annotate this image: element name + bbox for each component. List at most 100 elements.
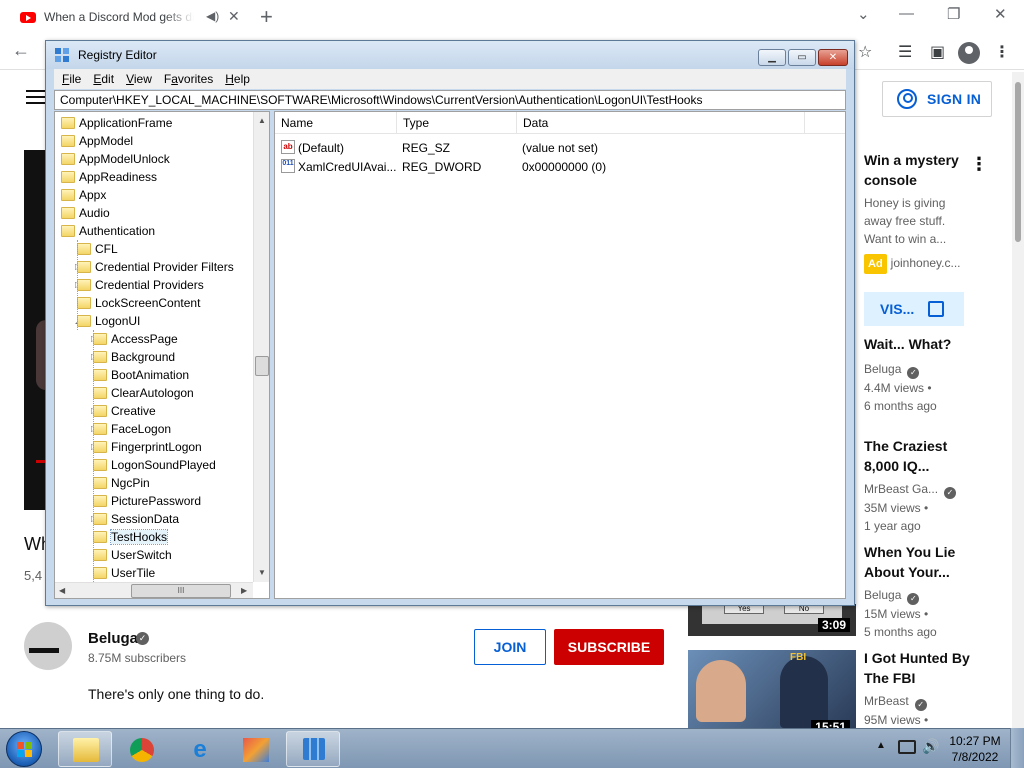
- address-bar[interactable]: Computer\HKEY_LOCAL_MACHINE\SOFTWARE\Mic…: [54, 90, 846, 110]
- tab-close-icon[interactable]: ✕: [228, 8, 240, 25]
- tree-node[interactable]: ◢LogonUI: [55, 312, 253, 330]
- tree-node-label: UserSwitch: [111, 548, 172, 562]
- tree-node[interactable]: UserTile: [55, 564, 253, 582]
- close-icon[interactable]: ✕: [818, 49, 848, 66]
- tree-node[interactable]: ApplicationFrame: [55, 114, 253, 132]
- values-pane[interactable]: Name Type Data ab (Default) REG_SZ (valu…: [274, 111, 846, 599]
- taskbar-chrome-button[interactable]: [114, 731, 168, 767]
- bookmark-star-icon[interactable]: ☆: [858, 42, 872, 62]
- join-button[interactable]: JOIN: [474, 629, 546, 665]
- tree-horizontal-scrollbar[interactable]: ◀ III ▶: [55, 582, 253, 598]
- maximize-icon[interactable]: ▭: [788, 49, 816, 66]
- taskbar-explorer-button[interactable]: [58, 731, 112, 767]
- minimize-window-icon[interactable]: —: [899, 5, 914, 22]
- show-desktop-button[interactable]: [1010, 728, 1024, 768]
- tree-node[interactable]: UserSwitch: [55, 546, 253, 564]
- tree-node[interactable]: ▷FingerprintLogon: [55, 438, 253, 456]
- tree-node[interactable]: LogonSoundPlayed: [55, 456, 253, 474]
- subscribe-button[interactable]: SUBSCRIBE: [554, 629, 664, 665]
- channel-avatar[interactable]: [24, 622, 72, 670]
- page-scrollbar-thumb[interactable]: [1015, 82, 1021, 242]
- media-queue-icon[interactable]: ☰: [898, 42, 912, 62]
- tree-node[interactable]: AppModel: [55, 132, 253, 150]
- taskbar-regedit-button[interactable]: [286, 731, 340, 767]
- hamburger-menu-icon[interactable]: [26, 90, 46, 104]
- system-clock[interactable]: 10:27 PM 7/8/2022: [948, 733, 1002, 765]
- key-tree: ApplicationFrame AppModel AppModelUnlock Ap…: [55, 112, 253, 582]
- restore-window-icon[interactable]: ❐: [947, 5, 960, 23]
- tree-node[interactable]: AppReadiness: [55, 168, 253, 186]
- video-thumbnail[interactable]: Yes No 3:09: [688, 604, 856, 636]
- tree-node[interactable]: Audio: [55, 204, 253, 222]
- tree-node[interactable]: LockScreenContent: [55, 294, 253, 312]
- scroll-right-icon[interactable]: ▶: [241, 586, 247, 595]
- tree-node[interactable]: TestHooks: [55, 528, 253, 546]
- tree-node[interactable]: Appx: [55, 186, 253, 204]
- tree-node[interactable]: ▷FaceLogon: [55, 420, 253, 438]
- scroll-down-icon[interactable]: ▼: [258, 568, 266, 577]
- list-item[interactable]: Wait... What? Beluga ✓ 4.4M views • 6 mon…: [864, 334, 1004, 415]
- column-header-name[interactable]: Name: [275, 112, 397, 134]
- tree-node[interactable]: PicturePassword: [55, 492, 253, 510]
- list-item[interactable]: The Craziest 8,000 IQ... MrBeast Ga... ✓ …: [864, 436, 1004, 535]
- tree-node[interactable]: NgcPin: [55, 474, 253, 492]
- taskbar-ie-button[interactable]: e: [172, 731, 226, 767]
- tree-node[interactable]: BootAnimation: [55, 366, 253, 384]
- scroll-left-icon[interactable]: ◀: [59, 586, 65, 595]
- start-button[interactable]: [6, 731, 42, 767]
- taskbar-media-button[interactable]: [228, 731, 282, 767]
- column-header-type[interactable]: Type: [397, 112, 517, 134]
- rec-views: 35M views •: [864, 501, 929, 515]
- menu-view[interactable]: View: [126, 72, 152, 86]
- close-window-icon[interactable]: ✕: [994, 5, 1007, 23]
- key-tree-pane[interactable]: ApplicationFrame AppModel AppModelUnlock Ap…: [54, 111, 270, 599]
- tree-node-label: AppReadiness: [79, 170, 158, 184]
- sign-in-button[interactable]: SIGN IN: [882, 81, 992, 117]
- menu-favorites[interactable]: Favorites: [164, 72, 213, 86]
- visit-site-button[interactable]: VIS...: [864, 292, 964, 326]
- tree-node[interactable]: ▷SessionData: [55, 510, 253, 528]
- profile-avatar-icon[interactable]: [958, 42, 980, 64]
- page-scrollbar[interactable]: [1012, 72, 1024, 728]
- new-tab-button[interactable]: +: [260, 4, 273, 30]
- tree-node[interactable]: ▷Credential Providers: [55, 276, 253, 294]
- tree-hscroll-thumb[interactable]: III: [131, 584, 231, 598]
- window-titlebar[interactable]: Registry Editor ▁ ▭ ✕: [46, 41, 854, 69]
- menu-help[interactable]: Help: [225, 72, 250, 86]
- ad-more-icon[interactable]: ⋮: [970, 154, 988, 175]
- list-item[interactable]: When You Lie About Your... Beluga ✓ 15M v…: [864, 542, 1004, 641]
- network-icon[interactable]: [898, 740, 916, 754]
- tree-vertical-scrollbar[interactable]: ▲ ▼: [253, 112, 269, 582]
- tree-node[interactable]: ClearAutologon: [55, 384, 253, 402]
- menu-edit[interactable]: Edit: [93, 72, 114, 86]
- column-header-data[interactable]: Data: [517, 112, 805, 134]
- show-hidden-icons-icon[interactable]: ▲: [876, 740, 886, 751]
- tree-scroll-thumb[interactable]: [255, 356, 269, 376]
- tree-node[interactable]: Authentication: [55, 222, 253, 240]
- tree-node[interactable]: ▷Creative: [55, 402, 253, 420]
- browser-tab[interactable]: When a Discord Mod gets di ◀) ✕: [8, 0, 248, 34]
- video-player[interactable]: [24, 150, 56, 510]
- folder-icon: [93, 567, 107, 579]
- table-row[interactable]: 011 XamlCredUIAvai... REG_DWORD 0x000000…: [275, 157, 845, 176]
- menu-file[interactable]: File: [62, 72, 81, 86]
- scroll-up-icon[interactable]: ▲: [258, 116, 266, 125]
- video-thumbnail[interactable]: FBI 15:51: [688, 650, 856, 728]
- more-menu-icon[interactable]: ⋮: [994, 42, 1010, 62]
- tree-node[interactable]: CFL: [55, 240, 253, 258]
- list-item[interactable]: I Got Hunted By The FBI MrBeast ✓ 95M vie…: [864, 648, 1004, 729]
- table-row[interactable]: ab (Default) REG_SZ (value not set): [275, 138, 845, 157]
- tab-search-icon[interactable]: ⌄: [857, 5, 870, 23]
- side-panel-icon[interactable]: ▣: [930, 42, 945, 62]
- rec-views: 15M views •: [864, 607, 929, 621]
- tree-node[interactable]: ▷Credential Provider Filters: [55, 258, 253, 276]
- tab-audio-icon[interactable]: ◀): [206, 9, 219, 23]
- tree-node[interactable]: ▷Background: [55, 348, 253, 366]
- channel-name[interactable]: Beluga: [88, 630, 138, 647]
- tree-node[interactable]: AppModelUnlock: [55, 150, 253, 168]
- back-arrow-icon[interactable]: ←: [12, 40, 30, 61]
- volume-icon[interactable]: 🔊: [922, 738, 939, 755]
- minimize-icon[interactable]: ▁: [758, 49, 786, 66]
- rec-title-line1: When You Lie: [864, 544, 956, 560]
- tree-node[interactable]: ▷AccessPage: [55, 330, 253, 348]
